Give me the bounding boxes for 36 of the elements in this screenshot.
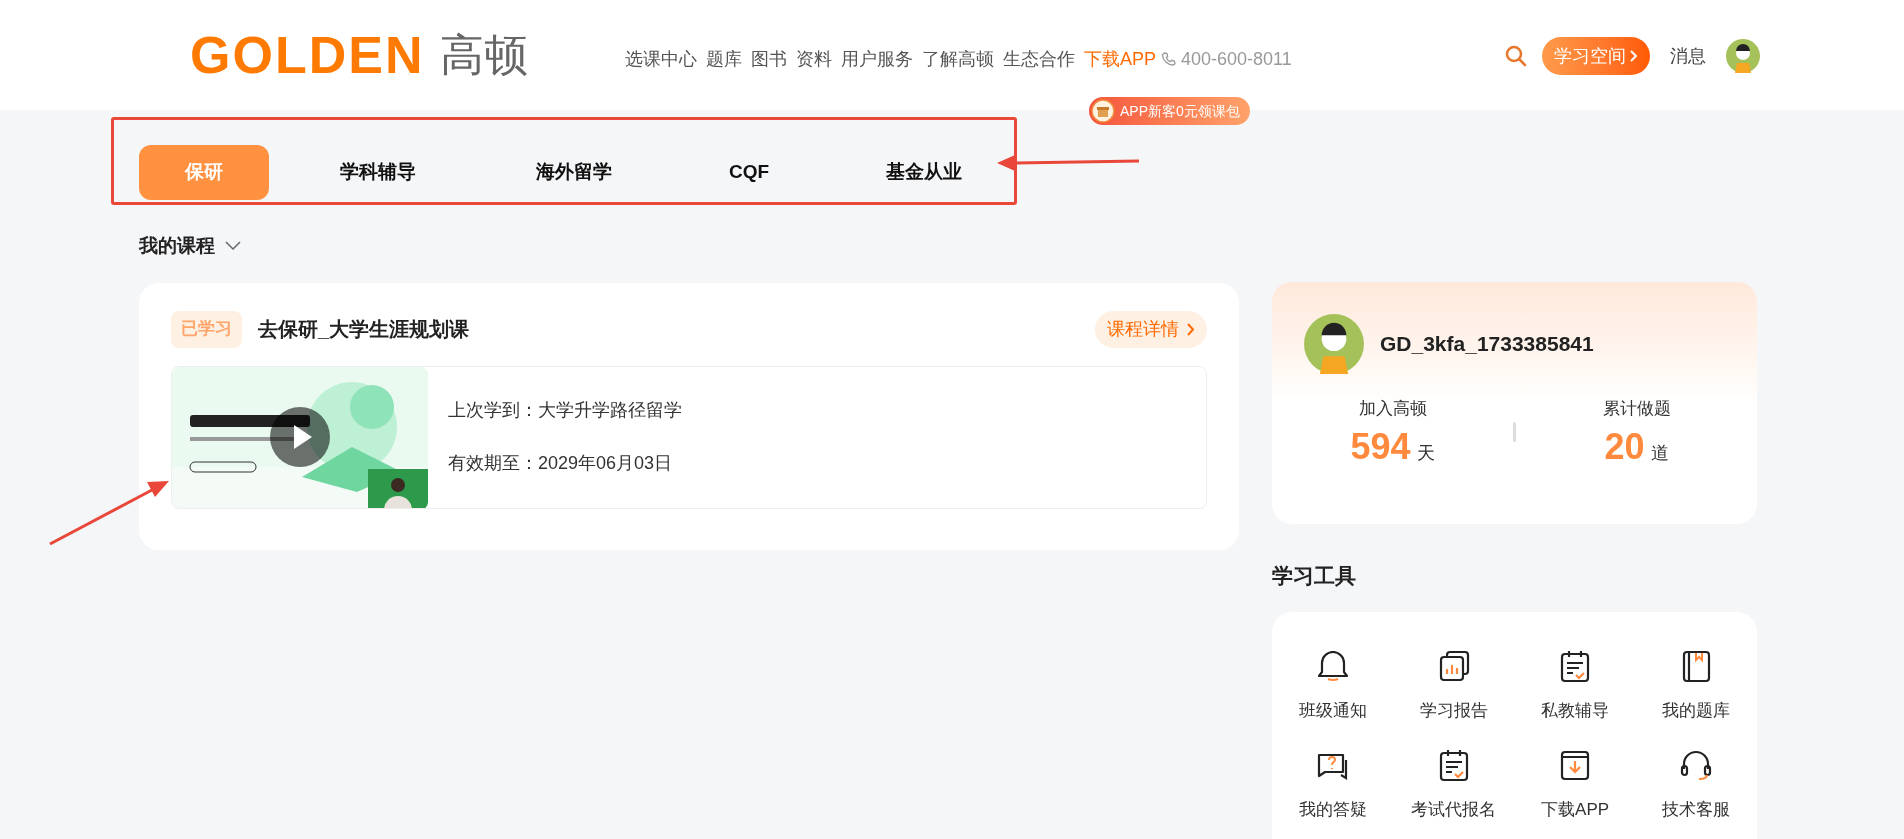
logo-chinese-text: 高顿 — [440, 33, 529, 77]
status-tag: 已学习 — [171, 310, 242, 348]
tool-link[interactable]: 我的题库 — [1662, 697, 1731, 723]
stat-unit: 道 — [1650, 441, 1669, 465]
stat-label: 加入高顿 — [1358, 398, 1427, 420]
tool-link[interactable]: 下载APP — [1541, 797, 1610, 823]
nav-link[interactable]: 生态合作 — [1003, 45, 1075, 73]
valid-until-text: 有效期至：2029年06月03日 — [448, 452, 674, 475]
phone-number: 400-600-8011 — [1181, 47, 1292, 71]
nav-link[interactable]: 图书 — [751, 45, 787, 73]
username: GD_3kfa_1733385841 — [1380, 331, 1594, 358]
messages-link[interactable]: 消息 — [1670, 42, 1706, 70]
category-tab[interactable]: 海外留学 — [509, 145, 639, 200]
tool-link[interactable]: 私教辅导 — [1541, 697, 1610, 723]
stat-value: 20 — [1604, 424, 1645, 469]
nav-link[interactable]: 用户服务 — [841, 45, 913, 73]
tool-link[interactable]: 我的答疑 — [1298, 797, 1367, 823]
section-title[interactable]: 我的课程 — [139, 232, 215, 261]
last-studied-text: 上次学到：大学升学路径留学 — [448, 399, 682, 422]
nav-link[interactable]: 了解高顿 — [922, 45, 994, 73]
category-tab[interactable]: 基金从业 — [859, 145, 989, 200]
stat-unit: 天 — [1416, 441, 1435, 465]
promo-text: APP新客0元领课包 — [1120, 101, 1240, 121]
nav-link[interactable]: 选课中心 — [625, 45, 697, 73]
tool-link[interactable]: 学习报告 — [1419, 697, 1488, 723]
category-tab[interactable]: 学科辅导 — [313, 145, 443, 200]
stat-label: 累计做题 — [1602, 398, 1671, 420]
nav-link[interactable]: 题库 — [706, 45, 742, 73]
category-tab[interactable]: CQF — [684, 145, 814, 200]
tool-link[interactable]: 技术客服 — [1662, 797, 1731, 823]
tool-link[interactable]: 班级通知 — [1298, 697, 1367, 723]
course-title[interactable]: 去保研_大学生涯规划课 — [258, 314, 470, 344]
stat-value: 594 — [1350, 424, 1411, 469]
tool-link[interactable]: 考试代报名 — [1411, 797, 1497, 823]
section-title: 学习工具 — [1272, 563, 1357, 589]
nav-link[interactable]: 资料 — [796, 45, 832, 73]
